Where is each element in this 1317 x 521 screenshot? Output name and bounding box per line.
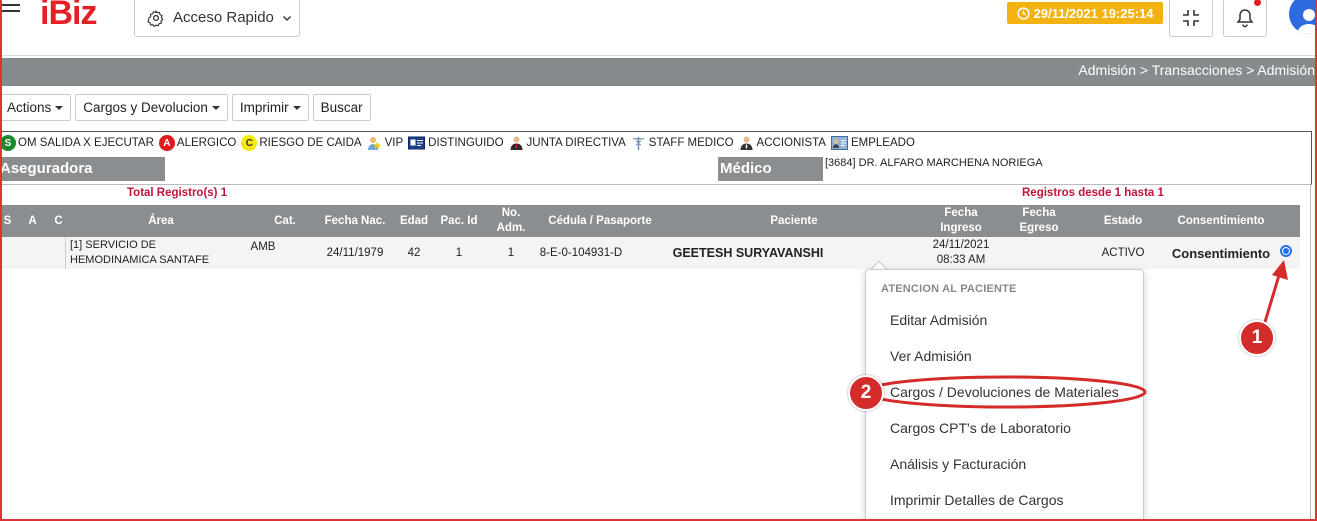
highlight-ellipse [863, 375, 1147, 409]
annotation-overlay [863, 260, 1288, 409]
arrow-line [1263, 271, 1282, 323]
arrow-head-icon [1272, 260, 1288, 280]
step-marker-1: 1 [1239, 320, 1275, 356]
step-marker-2: 2 [848, 375, 884, 411]
